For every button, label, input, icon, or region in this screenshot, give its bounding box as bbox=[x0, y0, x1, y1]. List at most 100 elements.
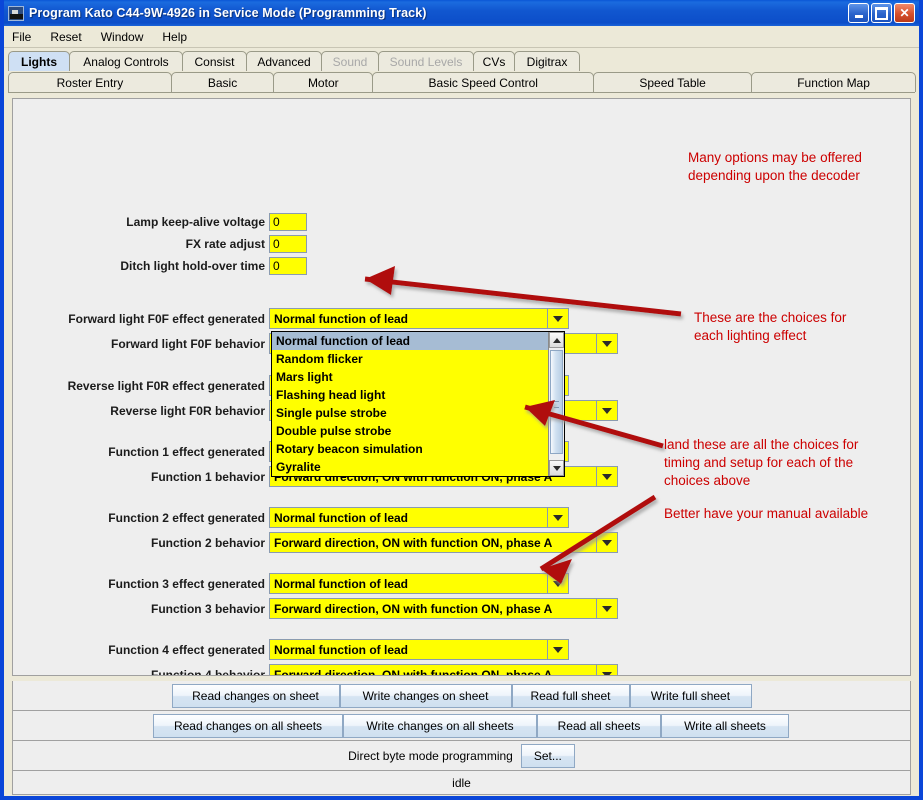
tab-motor[interactable]: Motor bbox=[273, 72, 374, 92]
tab-label: Digitrax bbox=[526, 54, 568, 69]
dropdown-option[interactable]: Random flicker bbox=[272, 350, 548, 368]
button-write-changes-on-sheet[interactable]: Write changes on sheet bbox=[339, 683, 512, 708]
combo-label: Forward light F0F behavior bbox=[110, 336, 265, 351]
button-write-all-sheets[interactable]: Write all sheets bbox=[661, 713, 789, 738]
title-bar: Program Kato C44-9W-4926 in Service Mode… bbox=[4, 0, 919, 26]
tab-lights[interactable]: Lights bbox=[8, 51, 70, 71]
minimize-button[interactable] bbox=[848, 3, 869, 23]
combo-value[interactable]: Forward direction, ON with function ON, … bbox=[269, 532, 596, 553]
scrollbar-thumb[interactable] bbox=[550, 350, 563, 454]
tab-advanced[interactable]: Advanced bbox=[246, 51, 322, 71]
field-label: Lamp keep-alive voltage bbox=[126, 215, 265, 229]
tab-label: Consist bbox=[194, 54, 235, 69]
numeric-input[interactable]: 0 bbox=[269, 257, 307, 275]
lights-panel: Lamp keep-alive voltage 0 FX rate adjust 0 D… bbox=[12, 98, 911, 676]
chevron-down-icon[interactable] bbox=[596, 664, 618, 675]
set-button[interactable]: Set... bbox=[520, 743, 575, 768]
chevron-down-icon[interactable] bbox=[596, 598, 618, 619]
tab-label: Function Map bbox=[797, 75, 870, 90]
numeric-input[interactable]: 0 bbox=[269, 213, 307, 231]
tab-label: Basic Speed Control bbox=[428, 75, 538, 90]
tab-basic-speed-control[interactable]: Basic Speed Control bbox=[372, 72, 595, 92]
dropdown-option[interactable]: Rotary beacon simulation bbox=[272, 440, 548, 458]
combo-label: Function 3 effect generated bbox=[108, 576, 265, 591]
anno-many-options: Many options may be offered depending up… bbox=[688, 150, 862, 183]
button-write-changes-on-all-sheets[interactable]: Write changes on all sheets bbox=[343, 713, 537, 738]
scroll-up-icon[interactable] bbox=[549, 332, 564, 348]
combo-box[interactable]: Normal function of lead bbox=[269, 507, 569, 528]
tab-cvs[interactable]: CVs bbox=[473, 51, 515, 71]
combo-box[interactable]: Forward direction, ON with function ON, … bbox=[269, 532, 618, 553]
status-bar: idle bbox=[12, 771, 911, 795]
combo-value[interactable]: Normal function of lead bbox=[269, 507, 547, 528]
open-dropdown-list[interactable]: Normal function of lead Random flicker Mar… bbox=[271, 331, 565, 477]
maximize-button[interactable] bbox=[871, 3, 892, 23]
tab-label: Motor bbox=[307, 75, 339, 90]
combo-box[interactable]: Normal function of lead bbox=[269, 308, 569, 329]
menu-reset[interactable]: Reset bbox=[50, 28, 91, 46]
combo-value[interactable]: Normal function of lead bbox=[269, 639, 547, 660]
dropdown-option[interactable]: Flashing head light bbox=[272, 386, 548, 404]
button-read-changes-on-all-sheets[interactable]: Read changes on all sheets bbox=[153, 713, 343, 738]
tab-label: Roster Entry bbox=[56, 75, 124, 90]
chevron-down-icon[interactable] bbox=[547, 639, 569, 660]
tab-sound-levels: Sound Levels bbox=[378, 51, 474, 71]
close-button[interactable]: ✕ bbox=[894, 3, 915, 23]
window-title: Program Kato C44-9W-4926 in Service Mode… bbox=[29, 6, 427, 20]
text-field-row: Ditch light hold-over time 0 bbox=[13, 257, 307, 275]
combo-value[interactable]: Forward direction, ON with function ON, … bbox=[269, 598, 596, 619]
combo-box[interactable]: Forward direction, ON with function ON, … bbox=[269, 598, 618, 619]
combo-value[interactable]: Forward direction, ON with function ON, … bbox=[269, 664, 596, 675]
dropdown-option[interactable]: Mars light bbox=[272, 368, 548, 386]
tab-row-secondary: Roster Entry Basic Motor Basic Speed Contro… bbox=[8, 71, 916, 92]
menu-window[interactable]: Window bbox=[101, 28, 154, 46]
dropdown-option[interactable]: Normal function of lead bbox=[272, 332, 548, 350]
dropdown-options: Normal function of lead Random flicker Mar… bbox=[272, 332, 548, 476]
tab-speed-table[interactable]: Speed Table bbox=[593, 72, 753, 92]
scrollbar-track[interactable] bbox=[549, 348, 564, 460]
tab-roster-entry[interactable]: Roster Entry bbox=[8, 72, 172, 92]
menu-help[interactable]: Help bbox=[162, 28, 197, 46]
chevron-down-icon[interactable] bbox=[596, 400, 618, 421]
tab-label: Speed Table bbox=[639, 75, 706, 90]
combo-label: Function 2 effect generated bbox=[108, 510, 265, 525]
chevron-down-icon[interactable] bbox=[547, 507, 569, 528]
chevron-down-icon[interactable] bbox=[596, 333, 618, 354]
combo-row: Forward light F0F effect generated Normal… bbox=[13, 308, 569, 329]
combo-row: Function 2 behavior Forward direction, ON… bbox=[13, 532, 618, 553]
tab-function-map[interactable]: Function Map bbox=[751, 72, 916, 92]
window-frame: Program Kato C44-9W-4926 in Service Mode… bbox=[0, 0, 923, 800]
dropdown-scrollbar[interactable] bbox=[548, 332, 564, 476]
combo-box[interactable]: Normal function of lead bbox=[269, 573, 569, 594]
button-read-changes-on-sheet[interactable]: Read changes on sheet bbox=[171, 683, 340, 708]
tab-label: Lights bbox=[21, 54, 57, 69]
button-read-all-sheets[interactable]: Read all sheets bbox=[537, 713, 661, 738]
sheet-button-bar: Read changes on sheet Write changes on sh… bbox=[12, 681, 911, 711]
tab-analog-controls[interactable]: Analog Controls bbox=[69, 51, 183, 71]
dropdown-option[interactable]: Gyralite bbox=[272, 458, 548, 476]
combo-box[interactable]: Normal function of lead bbox=[269, 639, 569, 660]
chevron-down-icon[interactable] bbox=[596, 466, 618, 487]
tab-digitrax[interactable]: Digitrax bbox=[514, 51, 580, 71]
chevron-down-icon[interactable] bbox=[547, 308, 569, 329]
chevron-down-icon[interactable] bbox=[547, 573, 569, 594]
text-field-row: Lamp keep-alive voltage 0 bbox=[13, 213, 307, 231]
button-write-full-sheet[interactable]: Write full sheet bbox=[629, 683, 752, 708]
application-window: Program Kato C44-9W-4926 in Service Mode… bbox=[0, 0, 923, 800]
tab-consist[interactable]: Consist bbox=[182, 51, 247, 71]
field-label: Ditch light hold-over time bbox=[120, 259, 265, 273]
scroll-down-icon[interactable] bbox=[549, 460, 564, 476]
menu-file[interactable]: File bbox=[12, 28, 41, 46]
combo-box[interactable]: Forward direction, ON with function ON, … bbox=[269, 664, 618, 675]
direct-byte-label: Direct byte mode programming bbox=[348, 748, 513, 763]
combo-value[interactable]: Normal function of lead bbox=[269, 308, 547, 329]
numeric-input[interactable]: 0 bbox=[269, 235, 307, 253]
dropdown-option[interactable]: Single pulse strobe bbox=[272, 404, 548, 422]
dropdown-option[interactable]: Double pulse strobe bbox=[272, 422, 548, 440]
button-read-full-sheet[interactable]: Read full sheet bbox=[511, 683, 630, 708]
combo-value[interactable]: Normal function of lead bbox=[269, 573, 547, 594]
combo-row: Function 2 effect generated Normal functi… bbox=[13, 507, 569, 528]
tab-basic[interactable]: Basic bbox=[170, 72, 275, 92]
chevron-down-icon[interactable] bbox=[596, 532, 618, 553]
combo-label: Reverse light F0R effect generated bbox=[67, 378, 265, 393]
